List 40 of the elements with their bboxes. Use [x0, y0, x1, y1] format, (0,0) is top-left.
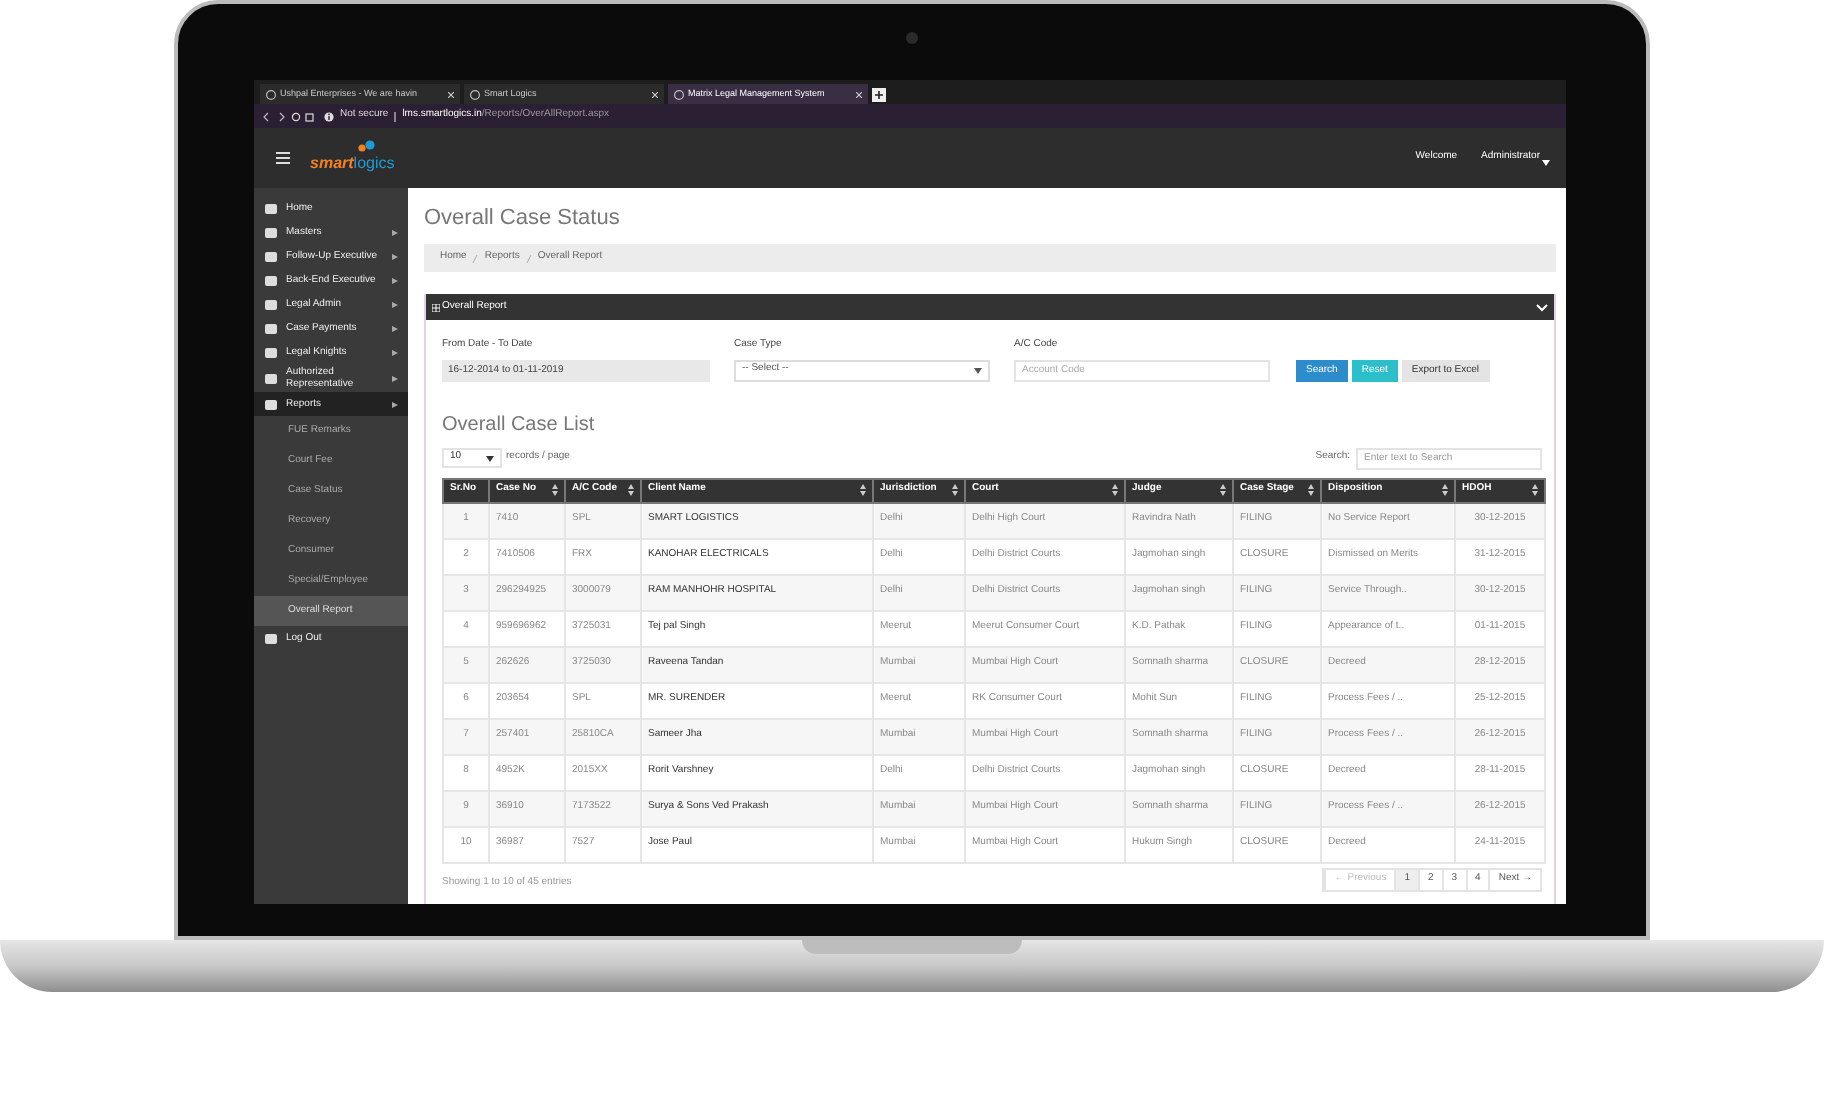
- breadcrumb-separator-icon: [525, 253, 532, 263]
- caret-icon: [974, 367, 982, 373]
- chevron-down-icon[interactable]: [1536, 303, 1548, 311]
- sort-icon: [1532, 484, 1538, 496]
- sort-icon: [1112, 484, 1118, 496]
- breadcrumb-separator-icon: [472, 253, 479, 263]
- menu-item-icon: [264, 631, 278, 645]
- globe-icon: [470, 89, 480, 99]
- close-icon[interactable]: [856, 91, 862, 97]
- sort-icon: [952, 484, 958, 496]
- chevron-icon: [392, 325, 398, 331]
- grid-icon: [432, 303, 440, 311]
- sort-icon: [860, 484, 866, 496]
- chevron-icon: [392, 229, 398, 235]
- info-icon[interactable]: [324, 111, 334, 121]
- close-icon[interactable]: [448, 91, 454, 97]
- chevron-icon: [392, 253, 398, 259]
- logo: smartlogics: [310, 140, 395, 176]
- sort-icon: [1220, 484, 1226, 496]
- menu-icon[interactable]: [276, 152, 290, 164]
- sort-icon: [1308, 484, 1314, 496]
- page-title: Overall Case Status: [424, 204, 622, 232]
- camera-icon: [906, 32, 918, 44]
- chevron-icon: [392, 301, 398, 307]
- list-title: Overall Case List: [442, 413, 597, 437]
- chevron-icon: [392, 375, 398, 381]
- nav-buttons-icon[interactable]: [262, 111, 314, 121]
- sort-icon: [552, 484, 558, 496]
- chevron-icon: [392, 277, 398, 283]
- sort-icon: [628, 484, 634, 496]
- chevron-icon: [392, 349, 398, 355]
- logo-dots-icon: [358, 140, 376, 152]
- sort-icon: [1442, 484, 1448, 496]
- chevron-icon: [392, 401, 398, 407]
- new-tab-icon[interactable]: [872, 88, 886, 102]
- caret-icon: [486, 455, 494, 461]
- globe-icon: [674, 89, 684, 99]
- caret-icon: [1542, 159, 1550, 166]
- globe-icon: [266, 89, 276, 99]
- close-icon[interactable]: [652, 91, 658, 97]
